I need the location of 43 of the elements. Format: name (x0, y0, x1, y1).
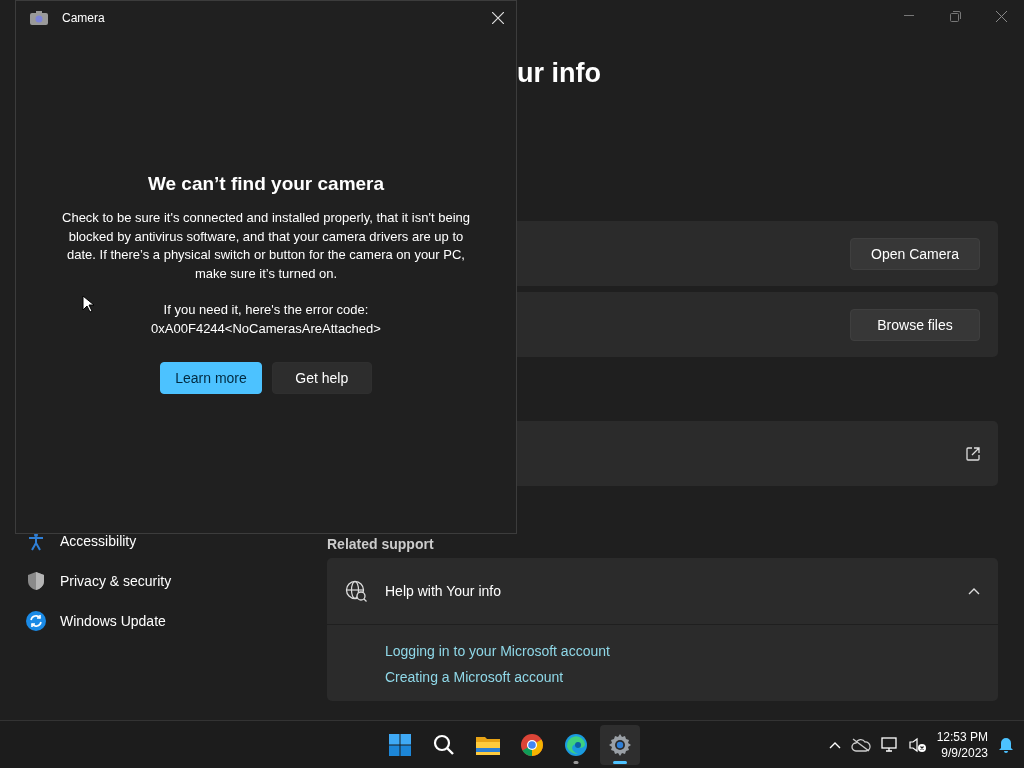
help-link[interactable]: Creating a Microsoft account (385, 669, 564, 685)
monitor-icon[interactable] (880, 736, 899, 753)
windows-logo-icon (388, 733, 412, 757)
close-icon (995, 10, 1007, 22)
gear-icon (608, 733, 632, 757)
error-code-label: If you need it, here's the error code: (163, 301, 369, 319)
mouse-pointer-icon (82, 295, 94, 313)
folder-icon (475, 734, 501, 756)
minimize-icon (904, 15, 914, 17)
sidebar-item[interactable]: Windows Update (14, 602, 310, 640)
restore-icon (949, 10, 961, 22)
error-code: 0xA00F4244<NoCamerasAreAttached> (151, 319, 381, 338)
sidebar-item[interactable]: Privacy & security (14, 562, 310, 600)
help-link[interactable]: Logging in to your Microsoft account (385, 643, 610, 659)
clock[interactable]: 12:53 PM 9/9/2023 (936, 729, 988, 760)
cloud-off-icon[interactable] (850, 737, 871, 752)
person-icon (26, 531, 46, 551)
running-indicator (613, 761, 627, 764)
error-heading: We can’t find your camera (147, 173, 385, 195)
page-heading: ur info (517, 58, 602, 90)
card-button[interactable]: Open Camera (850, 237, 980, 270)
close-icon[interactable] (492, 12, 504, 24)
speaker-muted-icon[interactable] (908, 736, 927, 753)
external-link-icon[interactable] (966, 446, 980, 461)
browser-icon (520, 733, 544, 757)
dialog-button[interactable]: Learn more (160, 362, 262, 394)
dialog-title: Camera (62, 11, 106, 25)
section-label: Related support (327, 536, 435, 554)
sidebar-item[interactable]: Accessibility (14, 522, 310, 560)
search-icon (432, 733, 456, 757)
chevron-up-icon[interactable] (968, 587, 980, 595)
help-header[interactable]: Help with Your info (327, 558, 998, 625)
shield-icon (26, 571, 46, 591)
bell-icon[interactable] (998, 735, 1014, 754)
browser-wave-icon (564, 733, 588, 757)
running-indicator (573, 761, 579, 764)
camera-icon (30, 11, 48, 25)
dialog-button[interactable]: Get help (271, 362, 372, 394)
error-message: Check to be sure it's connected and installed properly, that it isn't being blocked by antivirus software, and that your camera drivers are up to date. If there’s a physical switch or button for the camera on your PC, make sure it’s turned on. (61, 209, 471, 283)
globe-icon (345, 580, 367, 602)
taskbar-app[interactable] (600, 725, 640, 765)
refresh-icon (26, 611, 46, 631)
card-button[interactable]: Browse files (850, 308, 980, 341)
